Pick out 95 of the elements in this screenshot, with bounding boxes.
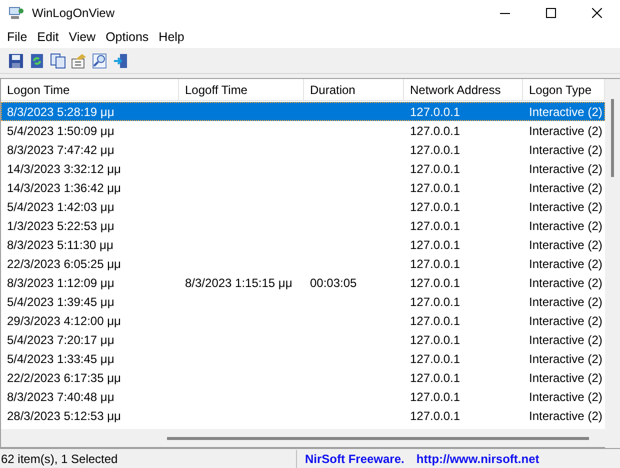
- table-cell: 8/3/2023 7:47:42 μμ: [7, 142, 114, 156]
- table-row[interactable]: 8/3/2023 7:47:42 μμ 127.0.0.1 Interactive (2): [1, 140, 605, 159]
- table-row[interactable]: 14/3/2023 1:36:42 μμ 127.0.0.1 Interactive (2): [1, 178, 605, 197]
- copy-icon[interactable]: [50, 52, 66, 68]
- table-cell: 8/3/2023 7:40:48 μμ: [7, 390, 114, 404]
- table-cell: 127.0.0.1: [410, 408, 460, 422]
- maximize-icon: [546, 8, 556, 18]
- table-cell: 127.0.0.1: [410, 124, 460, 138]
- app-icon: [8, 5, 24, 21]
- horizontal-scrollbar-thumb[interactable]: [167, 436, 589, 440]
- properties-icon[interactable]: [71, 52, 87, 68]
- column-header[interactable]: Logoff Time: [179, 79, 304, 100]
- table-cell: Interactive (2): [529, 408, 602, 422]
- table-cell: 127.0.0.1: [410, 314, 460, 328]
- menu-item[interactable]: Options: [100, 28, 154, 46]
- minimize-icon: [500, 12, 510, 14]
- table-cell: 127.0.0.1: [410, 200, 460, 214]
- table-cell: 8/3/2023 5:11:30 μμ: [7, 238, 114, 252]
- table-cell: 127.0.0.1: [410, 332, 460, 346]
- table-cell: Interactive (2): [529, 218, 602, 232]
- table-cell: 29/3/2023 4:12:00 μμ: [7, 314, 121, 328]
- table-row[interactable]: 22/3/2023 6:05:25 μμ 127.0.0.1 Interactive (2): [1, 254, 605, 273]
- table-cell: Interactive (2): [529, 162, 602, 176]
- table-cell: Interactive (2): [529, 124, 602, 138]
- table-cell: 8/3/2023 1:12:09 μμ: [7, 276, 114, 290]
- table-row[interactable]: 29/3/2023 4:12:00 μμ 127.0.0.1 Interactive (2): [1, 311, 605, 330]
- table-cell: 22/2/2023 6:17:35 μμ: [7, 370, 121, 384]
- menu-item[interactable]: Edit: [32, 28, 64, 46]
- table-row[interactable]: 8/3/2023 5:11:30 μμ 127.0.0.1 Interactive (2): [1, 235, 605, 254]
- column-header[interactable]: Logon Time: [1, 79, 179, 100]
- table-cell: 22/3/2023 6:05:25 μμ: [7, 256, 121, 270]
- table-cell: 127.0.0.1: [410, 218, 460, 232]
- menu-item[interactable]: View: [64, 28, 101, 46]
- search-icon[interactable]: [92, 52, 108, 68]
- table-cell: 8/3/2023 1:15:15 μμ: [185, 276, 292, 290]
- exit-icon[interactable]: [113, 52, 129, 68]
- table-row[interactable]: 5/4/2023 1:42:03 μμ 127.0.0.1 Interactive (2): [1, 197, 605, 216]
- table-cell: 127.0.0.1: [410, 256, 460, 270]
- table-row[interactable]: 5/4/2023 1:39:45 μμ 127.0.0.1 Interactive (2): [1, 292, 605, 311]
- table-cell: Interactive (2): [529, 370, 602, 384]
- table-cell: Interactive (2): [529, 200, 602, 214]
- menu-item[interactable]: Help: [154, 28, 190, 46]
- table-cell: 8/3/2023 5:28:19 μμ: [7, 104, 114, 118]
- status-text: 62 item(s), 1 Selected: [0, 450, 297, 468]
- table-cell: 127.0.0.1: [410, 162, 460, 176]
- table-cell: 127.0.0.1: [410, 390, 460, 404]
- table-cell: Interactive (2): [529, 256, 602, 270]
- scrollbar-thumb[interactable]: [611, 99, 614, 177]
- table-cell: 5/4/2023 1:42:03 μμ: [7, 200, 114, 214]
- table-cell: 1/3/2023 5:22:53 μμ: [7, 218, 114, 232]
- table-cell: Interactive (2): [529, 332, 602, 346]
- table-row[interactable]: 14/3/2023 3:32:12 μμ 127.0.0.1 Interactive (2): [1, 159, 605, 178]
- table-cell: 127.0.0.1: [410, 142, 460, 156]
- window-title: WinLogOnView: [32, 5, 114, 22]
- website-link[interactable]: http://www.nirsoft.net: [416, 450, 540, 468]
- table-row[interactable]: 8/3/2023 1:12:09 μμ 8/3/2023 1:15:15 μμ 00:03:05 127.0.0.1 Interactive (2): [1, 273, 605, 292]
- refresh-icon[interactable]: [29, 52, 45, 68]
- table-row[interactable]: 22/2/2023 6:17:35 μμ 127.0.0.1 Interactive (2): [1, 368, 605, 387]
- table-row[interactable]: 1/3/2023 5:22:53 μμ 127.0.0.1 Interactive (2): [1, 216, 605, 235]
- credit-text: NirSoft Freeware.: [305, 450, 404, 468]
- table-cell: 127.0.0.1: [410, 276, 460, 290]
- table-cell: Interactive (2): [529, 180, 602, 194]
- table-cell: Interactive (2): [529, 238, 602, 252]
- column-header[interactable]: Duration: [304, 79, 404, 100]
- table-cell: 127.0.0.1: [410, 180, 460, 194]
- table-row[interactable]: 5/4/2023 1:33:45 μμ 127.0.0.1 Interactive (2): [1, 349, 605, 368]
- table-cell: 127.0.0.1: [410, 238, 460, 252]
- table-cell: Interactive (2): [529, 314, 602, 328]
- table-cell: Interactive (2): [529, 390, 602, 404]
- table-cell: 127.0.0.1: [410, 352, 460, 366]
- table-cell: 127.0.0.1: [410, 104, 460, 118]
- table-row[interactable]: 28/3/2023 5:12:53 μμ 127.0.0.1 Interactive (2): [1, 406, 605, 425]
- table-row[interactable]: 8/3/2023 5:28:19 μμ 127.0.0.1 Interactive (2): [1, 102, 605, 121]
- table-row[interactable]: 5/4/2023 1:50:09 μμ 127.0.0.1 Interactive (2): [1, 121, 605, 140]
- table-cell: Interactive (2): [529, 352, 602, 366]
- table-cell: 5/4/2023 1:50:09 μμ: [7, 124, 114, 138]
- table-cell: Interactive (2): [529, 104, 602, 118]
- table-cell: Interactive (2): [529, 142, 602, 156]
- column-header[interactable]: Network Address: [404, 79, 523, 100]
- table-cell: 14/3/2023 3:32:12 μμ: [7, 162, 121, 176]
- table-cell: Interactive (2): [529, 294, 602, 308]
- menu-item[interactable]: File: [2, 28, 32, 46]
- table-cell: 14/3/2023 1:36:42 μμ: [7, 180, 121, 194]
- table-row[interactable]: 5/4/2023 7:20:17 μμ 127.0.0.1 Interactive (2): [1, 330, 605, 349]
- table-cell: 5/4/2023 7:20:17 μμ: [7, 332, 114, 346]
- table-row[interactable]: 8/3/2023 7:40:48 μμ 127.0.0.1 Interactive (2): [1, 387, 605, 406]
- table-cell: 127.0.0.1: [410, 370, 460, 384]
- save-icon[interactable]: [8, 52, 24, 68]
- table-cell: 28/3/2023 5:12:53 μμ: [7, 408, 121, 422]
- table-cell: 127.0.0.1: [410, 294, 460, 308]
- table-cell: 5/4/2023 1:39:45 μμ: [7, 294, 114, 308]
- table-cell: 5/4/2023 1:33:45 μμ: [7, 352, 114, 366]
- table-cell: Interactive (2): [529, 276, 602, 290]
- table-cell: 00:03:05: [310, 276, 357, 290]
- close-icon: [592, 8, 602, 18]
